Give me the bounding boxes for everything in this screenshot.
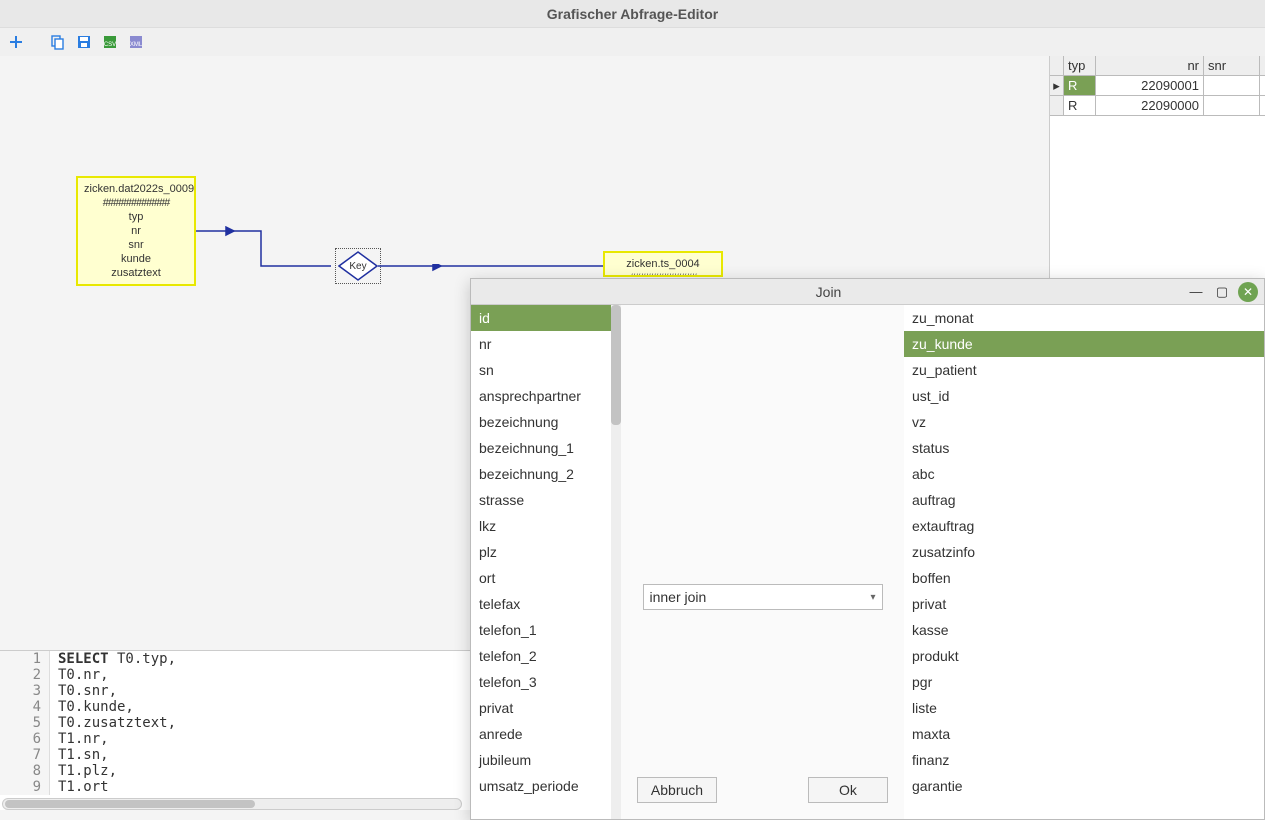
plus-icon[interactable] bbox=[6, 32, 26, 52]
ok-button[interactable]: Ok bbox=[808, 777, 888, 803]
entity-1-title: zicken.dat2022s_0009 bbox=[84, 182, 188, 196]
list-item[interactable]: privat bbox=[471, 695, 621, 721]
list-item[interactable]: privat bbox=[904, 591, 1264, 617]
list-item[interactable]: jubileum bbox=[471, 747, 621, 773]
left-list-scrollbar[interactable] bbox=[611, 305, 621, 425]
join-type-select[interactable]: inner join ▾ bbox=[643, 584, 883, 610]
sql-preview: 1SELECT T0.typ,2T0.nr,3T0.snr,4T0.kunde,… bbox=[0, 650, 470, 810]
list-item[interactable]: bezeichnung_1 bbox=[471, 435, 621, 461]
list-item[interactable]: bezeichnung_2 bbox=[471, 461, 621, 487]
list-item[interactable]: nr bbox=[471, 331, 621, 357]
entity-2-title: zicken.ts_0004 bbox=[611, 257, 715, 271]
svg-text:CSV: CSV bbox=[104, 42, 116, 48]
list-item[interactable]: telefon_2 bbox=[471, 643, 621, 669]
col-header-typ[interactable]: typ bbox=[1064, 56, 1096, 75]
right-field-list[interactable]: zu_monatzu_kundezu_patientust_idvzstatus… bbox=[904, 305, 1264, 819]
list-item[interactable]: zu_kunde bbox=[904, 331, 1264, 357]
list-item[interactable]: ansprechpartner bbox=[471, 383, 621, 409]
table-row[interactable]: R22090000 bbox=[1050, 96, 1265, 116]
left-field-list[interactable]: idnrsnansprechpartnerbezeichnungbezeichn… bbox=[471, 305, 621, 819]
list-item[interactable]: pgr bbox=[904, 669, 1264, 695]
entity-box-2[interactable]: zicken.ts_0004 ############# bbox=[603, 251, 723, 277]
list-item[interactable]: abc bbox=[904, 461, 1264, 487]
list-item[interactable]: auftrag bbox=[904, 487, 1264, 513]
window-title: Grafischer Abfrage-Editor bbox=[0, 0, 1265, 28]
list-item[interactable]: telefon_3 bbox=[471, 669, 621, 695]
list-item[interactable]: sn bbox=[471, 357, 621, 383]
list-item[interactable]: plz bbox=[471, 539, 621, 565]
list-item[interactable]: garantie bbox=[904, 773, 1264, 799]
key-node-selection bbox=[335, 248, 381, 284]
close-button[interactable]: ✕ bbox=[1238, 282, 1258, 302]
list-item[interactable]: liste bbox=[904, 695, 1264, 721]
list-item[interactable]: id bbox=[471, 305, 621, 331]
col-header-snr[interactable]: snr bbox=[1204, 56, 1260, 75]
list-item[interactable]: umsatz_periode bbox=[471, 773, 621, 799]
save-icon[interactable] bbox=[74, 32, 94, 52]
table-row[interactable]: ▸R22090001 bbox=[1050, 76, 1265, 96]
list-item[interactable]: finanz bbox=[904, 747, 1264, 773]
list-item[interactable]: anrede bbox=[471, 721, 621, 747]
list-item[interactable]: kasse bbox=[904, 617, 1264, 643]
chevron-down-icon: ▾ bbox=[870, 592, 875, 603]
export-csv-icon[interactable]: CSV bbox=[100, 32, 120, 52]
list-item[interactable]: extauftrag bbox=[904, 513, 1264, 539]
join-dialog: Join — ▢ ✕ idnrsnansprechpartnerbezeichn… bbox=[470, 278, 1265, 820]
list-item[interactable]: bezeichnung bbox=[471, 409, 621, 435]
toolbar: CSV XML bbox=[0, 28, 1265, 56]
entity-box-1[interactable]: zicken.dat2022s_0009 ############# typ n… bbox=[76, 176, 196, 286]
list-item[interactable]: maxta bbox=[904, 721, 1264, 747]
maximize-button[interactable]: ▢ bbox=[1212, 282, 1232, 302]
col-header-nr[interactable]: nr bbox=[1096, 56, 1204, 75]
list-item[interactable]: produkt bbox=[904, 643, 1264, 669]
list-item[interactable]: telefax bbox=[471, 591, 621, 617]
list-item[interactable]: vz bbox=[904, 409, 1264, 435]
copy-icon[interactable] bbox=[48, 32, 68, 52]
list-item[interactable]: status bbox=[904, 435, 1264, 461]
list-item[interactable]: boffen bbox=[904, 565, 1264, 591]
list-item[interactable]: zu_monat bbox=[904, 305, 1264, 331]
export-xml-icon[interactable]: XML bbox=[126, 32, 146, 52]
dialog-title: Join bbox=[471, 284, 1186, 300]
list-item[interactable]: ust_id bbox=[904, 383, 1264, 409]
list-item[interactable]: zusatzinfo bbox=[904, 539, 1264, 565]
svg-text:XML: XML bbox=[130, 42, 143, 48]
list-item[interactable]: lkz bbox=[471, 513, 621, 539]
sql-horizontal-scrollbar[interactable] bbox=[2, 798, 462, 810]
list-item[interactable]: strasse bbox=[471, 487, 621, 513]
cancel-button[interactable]: Abbruch bbox=[637, 777, 717, 803]
minimize-button[interactable]: — bbox=[1186, 282, 1206, 302]
list-item[interactable]: ort bbox=[471, 565, 621, 591]
list-item[interactable]: zu_patient bbox=[904, 357, 1264, 383]
list-item[interactable]: telefon_1 bbox=[471, 617, 621, 643]
